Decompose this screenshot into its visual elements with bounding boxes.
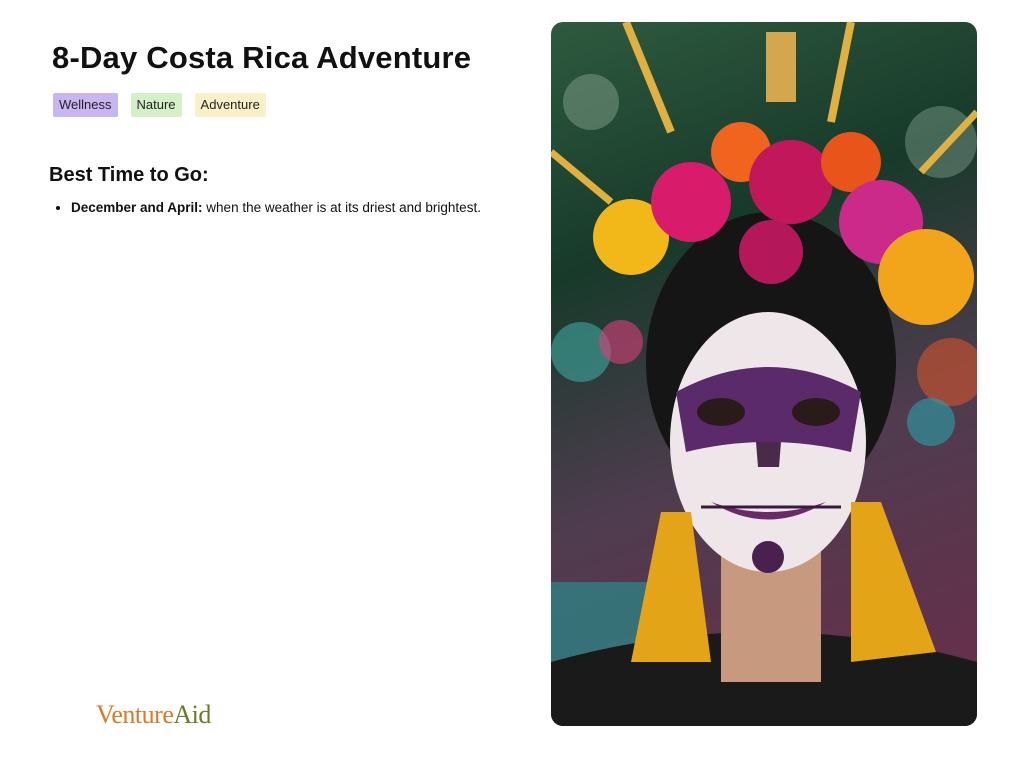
best-time-months: December and April:: [71, 200, 203, 215]
tag-nature[interactable]: Nature: [130, 93, 182, 117]
hero-photo: [551, 22, 977, 726]
tag-wellness[interactable]: Wellness: [53, 93, 118, 117]
best-time-list: December and April: when the weather is …: [53, 198, 481, 218]
skull-face-portrait-image: [551, 22, 977, 726]
best-time-description: when the weather is at its driest and br…: [202, 200, 481, 215]
logo-text-aid: Aid: [173, 700, 211, 729]
tag-list: Wellness Nature Adventure: [53, 93, 266, 117]
venture-aid-logo: VentureAid: [96, 700, 211, 730]
best-time-heading: Best Time to Go:: [49, 164, 209, 186]
logo-text-venture: Venture: [96, 700, 174, 729]
page-title: 8-Day Costa Rica Adventure: [52, 40, 472, 75]
list-item: December and April: when the weather is …: [71, 198, 481, 218]
tag-adventure[interactable]: Adventure: [194, 93, 266, 117]
